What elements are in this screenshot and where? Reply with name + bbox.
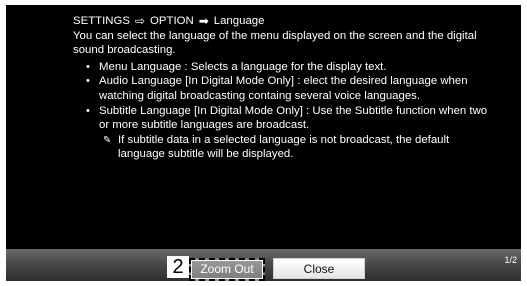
- bottom-button-bar: 2 Zoom Out Close 1/2: [6, 249, 521, 281]
- zoom-out-button[interactable]: Zoom Out: [189, 258, 265, 281]
- close-button[interactable]: Close: [273, 258, 365, 279]
- step-number-badge: 2: [167, 256, 189, 278]
- subtitle-note: ✎ If subtitle data in a selected languag…: [73, 133, 493, 162]
- audio-language-text: Audio Language [In Digital Mode Only] : …: [99, 75, 468, 102]
- list-item: • Subtitle Language [In Digital Mode Onl…: [73, 104, 493, 133]
- language-options-list: • Menu Language : Selects a language for…: [73, 60, 493, 133]
- page-indicator: 1/2: [504, 255, 517, 265]
- intro-text: You can select the language of the menu …: [73, 29, 477, 57]
- help-content: SETTINGS ⇨ OPTION ➡ Language You can sel…: [73, 14, 493, 162]
- solid-right-arrow-icon: ➡: [198, 14, 209, 29]
- subtitle-language-text: Subtitle Language [In Digital Mode Only]…: [99, 104, 488, 132]
- list-item: • Audio Language [In Digital Mode Only] …: [73, 74, 493, 103]
- note-text: If subtitle data in a selected language …: [118, 133, 450, 161]
- bullet-icon: •: [86, 60, 90, 73]
- bullet-icon: •: [86, 75, 90, 88]
- breadcrumb-settings: SETTINGS: [73, 15, 130, 27]
- note-icon: ✎: [103, 134, 112, 146]
- bullet-icon: •: [86, 104, 90, 117]
- breadcrumb-option: OPTION: [150, 15, 194, 27]
- tv-screen: SETTINGS ⇨ OPTION ➡ Language You can sel…: [6, 5, 521, 281]
- breadcrumb: SETTINGS ⇨ OPTION ➡ Language: [73, 14, 493, 29]
- outline-right-arrow-icon: ⇨: [134, 14, 146, 29]
- menu-language-text: Menu Language : Selects a language for t…: [99, 60, 387, 73]
- breadcrumb-language: Language: [213, 15, 265, 27]
- list-item: • Menu Language : Selects a language for…: [73, 60, 493, 75]
